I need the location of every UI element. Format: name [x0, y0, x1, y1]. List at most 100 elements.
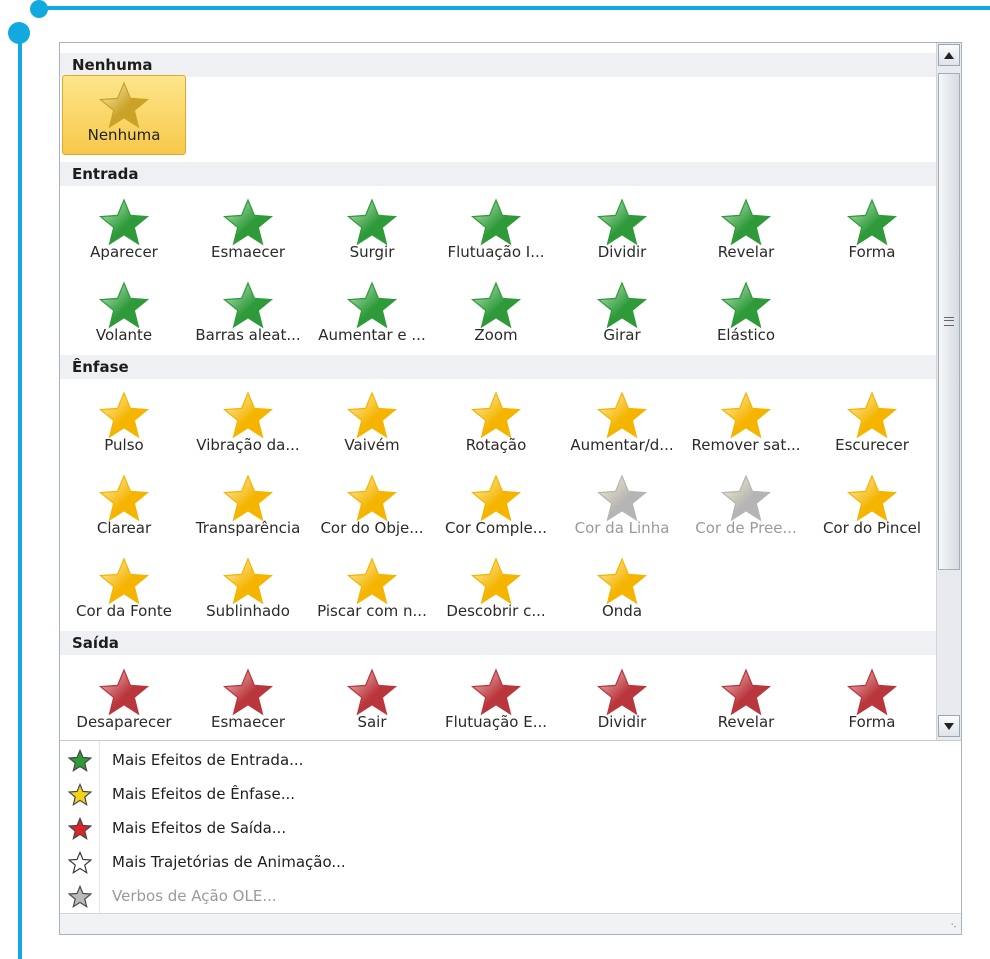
- effect-entrada-2[interactable]: Surgir: [310, 193, 434, 273]
- effect-enfase-4[interactable]: Aumentar/d...: [560, 386, 684, 466]
- effect-label: Zoom: [474, 326, 518, 344]
- effect-entrada-3[interactable]: Flutuação I...: [434, 193, 558, 273]
- effect-entrada-4[interactable]: Dividir: [560, 193, 684, 273]
- section-header-saida: Saída: [60, 631, 936, 655]
- effect-entrada-9[interactable]: Aumentar e ...: [310, 276, 434, 356]
- effect-enfase-18[interactable]: Onda: [560, 552, 684, 632]
- line-color-star-icon: [560, 474, 684, 523]
- menu-item-1[interactable]: Mais Efeitos de Ênfase...: [60, 777, 961, 811]
- bounce-star-icon: [684, 281, 808, 330]
- effect-label: Sublinhado: [206, 602, 290, 620]
- teeter-star-icon: [310, 391, 434, 440]
- effect-nenhuma-0[interactable]: Nenhuma: [62, 75, 186, 155]
- red-star-icon: [67, 816, 93, 841]
- effect-enfase-1[interactable]: Vibração da...: [186, 386, 310, 466]
- outline-star-icon: [67, 850, 93, 875]
- wave-star-icon: [560, 557, 684, 606]
- darken-star-icon: [810, 391, 934, 440]
- effect-label: Dividir: [597, 243, 647, 261]
- effect-saida-4[interactable]: Dividir: [560, 663, 684, 740]
- appear-star-icon: [62, 198, 186, 247]
- scrollbar[interactable]: [936, 43, 961, 740]
- menu-item-label: Verbos de Ação OLE...: [112, 887, 277, 905]
- underline-star-icon: [186, 557, 310, 606]
- effect-label: Vibração da...: [196, 436, 300, 454]
- effect-label: Revelar: [717, 713, 775, 731]
- scroll-down-button[interactable]: [938, 715, 960, 737]
- effect-enfase-3[interactable]: Rotação: [434, 386, 558, 466]
- effect-saida-2[interactable]: Sair: [310, 663, 434, 740]
- effect-enfase-5[interactable]: Remover sat...: [684, 386, 808, 466]
- effect-label: Forma: [848, 243, 896, 261]
- effect-entrada-6[interactable]: Forma: [810, 193, 934, 273]
- effect-label: Esmaecer: [211, 713, 285, 731]
- effect-saida-0[interactable]: Desaparecer: [62, 663, 186, 740]
- effect-saida-3[interactable]: Flutuação E...: [434, 663, 558, 740]
- effect-enfase-14[interactable]: Cor da Fonte: [62, 552, 186, 632]
- menu-item-2[interactable]: Mais Efeitos de Saída...: [60, 811, 961, 845]
- effect-label: Barras aleat...: [195, 326, 301, 344]
- ole-verb-icon: [67, 884, 93, 909]
- effect-enfase-15[interactable]: Sublinhado: [186, 552, 310, 632]
- effect-enfase-17[interactable]: Descobrir c...: [434, 552, 558, 632]
- grip-icon: [944, 317, 954, 326]
- effect-entrada-1[interactable]: Esmaecer: [186, 193, 310, 273]
- fly-in-star-icon: [310, 198, 434, 247]
- more-effects-menu: Mais Efeitos de Entrada... Mais Efeitos d…: [60, 740, 961, 913]
- effect-label: Aparecer: [90, 243, 158, 261]
- effect-enfase-13[interactable]: Cor do Pincel: [810, 469, 934, 549]
- shape-out-star-icon: [810, 668, 934, 717]
- green-star-icon: [67, 748, 93, 773]
- grow-turn-star-icon: [310, 281, 434, 330]
- fade-out-star-icon: [186, 668, 310, 717]
- resize-bar: ⠢: [60, 913, 961, 934]
- effect-entrada-5[interactable]: Revelar: [684, 193, 808, 273]
- scroll-up-button[interactable]: [938, 44, 960, 66]
- menu-item-3[interactable]: Mais Trajetórias de Animação...: [60, 845, 961, 879]
- effect-enfase-7[interactable]: Clarear: [62, 469, 186, 549]
- effect-enfase-10[interactable]: Cor Comple...: [434, 469, 558, 549]
- effect-label: Descobrir c...: [446, 602, 546, 620]
- color-pulse-star-icon: [186, 391, 310, 440]
- effect-enfase-16[interactable]: Piscar com n...: [310, 552, 434, 632]
- menu-item-label: Mais Efeitos de Saída...: [112, 819, 287, 837]
- effect-label: Rotação: [465, 436, 527, 454]
- effect-label: Cor do Pincel: [822, 519, 922, 537]
- effect-label: Flutuação E...: [444, 713, 548, 731]
- effect-label: Volante: [95, 326, 153, 344]
- effect-entrada-12[interactable]: Elástico: [684, 276, 808, 356]
- transparency-star-icon: [186, 474, 310, 523]
- resize-grip-icon[interactable]: ⠢: [950, 922, 957, 931]
- effect-label: Cor da Fonte: [76, 602, 172, 620]
- effect-entrada-8[interactable]: Barras aleat...: [186, 276, 310, 356]
- effect-enfase-0[interactable]: Pulso: [62, 386, 186, 466]
- effect-label: Girar: [603, 326, 641, 344]
- effect-label: Cor Comple...: [444, 519, 548, 537]
- effect-saida-1[interactable]: Esmaecer: [186, 663, 310, 740]
- swivel-star-icon: [560, 281, 684, 330]
- bold-reveal-star-icon: [434, 557, 558, 606]
- effect-label: Cor de Pree...: [695, 519, 797, 537]
- arrow-up-icon: [944, 51, 954, 59]
- accent-line-left: [18, 34, 22, 959]
- effect-enfase-6[interactable]: Escurecer: [810, 386, 934, 466]
- effect-enfase-11[interactable]: Cor da Linha: [560, 469, 684, 549]
- scroll-thumb[interactable]: [938, 73, 960, 570]
- pulse-star-icon: [62, 391, 186, 440]
- effect-label: Dividir: [597, 713, 647, 731]
- effect-enfase-8[interactable]: Transparência: [186, 469, 310, 549]
- effect-entrada-10[interactable]: Zoom: [434, 276, 558, 356]
- effect-label: Aumentar e ...: [318, 326, 426, 344]
- effect-entrada-7[interactable]: Volante: [62, 276, 186, 356]
- menu-item-label: Mais Efeitos de Entrada...: [112, 751, 304, 769]
- effect-enfase-9[interactable]: Cor do Obje...: [310, 469, 434, 549]
- disappear-star-icon: [62, 668, 186, 717]
- effect-enfase-12[interactable]: Cor de Pree...: [684, 469, 808, 549]
- effect-saida-5[interactable]: Revelar: [684, 663, 808, 740]
- menu-item-0[interactable]: Mais Efeitos de Entrada...: [60, 743, 961, 777]
- grow-shrink-star-icon: [560, 391, 684, 440]
- effect-saida-6[interactable]: Forma: [810, 663, 934, 740]
- effect-entrada-0[interactable]: Aparecer: [62, 193, 186, 273]
- effect-enfase-2[interactable]: Vaivém: [310, 386, 434, 466]
- effect-entrada-11[interactable]: Girar: [560, 276, 684, 356]
